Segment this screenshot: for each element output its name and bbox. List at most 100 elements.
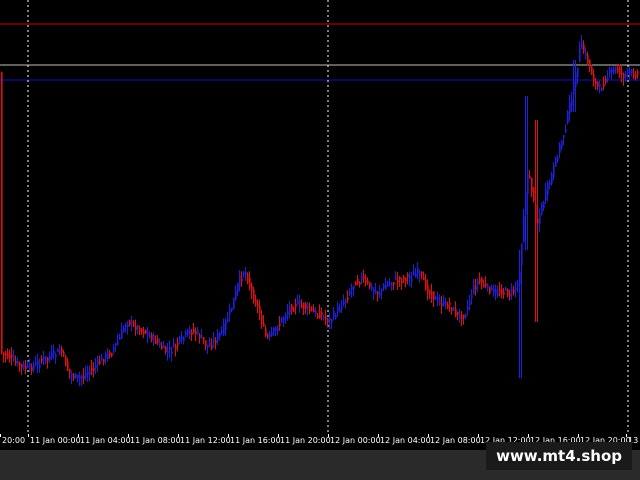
candle-body <box>633 74 635 78</box>
candle-body <box>307 305 309 309</box>
candle-body <box>529 175 531 179</box>
candle-body <box>149 334 151 338</box>
candle-body <box>447 304 449 309</box>
candle-body <box>511 289 513 293</box>
candle-body <box>265 328 267 336</box>
time-axis-tick <box>428 434 429 437</box>
candle-body <box>51 352 53 359</box>
candle-body <box>309 308 311 312</box>
candle-body <box>621 71 623 75</box>
candle-body <box>403 276 405 280</box>
candle-body <box>607 77 609 81</box>
candle-body <box>455 308 457 317</box>
candle-body <box>39 364 41 368</box>
candle-body <box>109 352 111 356</box>
candle-body <box>541 204 543 215</box>
candle-body <box>245 271 247 275</box>
candle-body <box>107 352 109 359</box>
candle-body <box>7 352 9 358</box>
candle-body <box>197 330 199 334</box>
candle-body <box>237 283 239 293</box>
candle-body <box>135 325 137 331</box>
candle-body <box>29 364 31 368</box>
candle-body <box>473 285 475 293</box>
time-axis-tick <box>278 434 279 437</box>
candle-body <box>453 307 455 311</box>
candle-body <box>259 306 261 315</box>
candle-body <box>381 289 383 293</box>
candle-body <box>491 287 493 291</box>
candle-body <box>521 243 523 266</box>
candle-body <box>47 357 49 361</box>
candle-body <box>441 303 443 307</box>
watermark-label: www.mt4.shop <box>486 442 632 470</box>
candle-body <box>163 344 165 348</box>
candle-body <box>65 356 67 367</box>
candle-body <box>567 111 569 124</box>
candle-body <box>199 334 201 338</box>
candle-body <box>157 338 159 343</box>
candle-body <box>375 290 377 294</box>
candle-body <box>71 373 73 377</box>
candle-body <box>527 174 529 195</box>
candle-body <box>457 311 459 315</box>
candle-body <box>145 330 147 334</box>
candle-body <box>565 128 567 132</box>
time-axis-tick <box>128 434 129 437</box>
candle-body <box>339 308 341 312</box>
candle-body <box>353 285 355 290</box>
candle-body <box>63 351 65 355</box>
candle-body <box>569 102 571 114</box>
candle-body <box>495 289 497 295</box>
candle-body <box>103 359 105 363</box>
chart-area[interactable] <box>0 0 640 434</box>
candle-body <box>543 201 545 209</box>
candle-body <box>539 214 541 225</box>
candle-body <box>305 303 307 309</box>
candle-body <box>411 278 413 282</box>
candle-body <box>177 342 179 346</box>
candle-body <box>535 204 537 223</box>
candle-body <box>561 140 563 148</box>
candle-body <box>555 156 557 167</box>
candle-body <box>611 69 613 73</box>
candle-body <box>573 81 575 95</box>
time-axis-tick <box>178 434 179 437</box>
candle-body <box>67 361 69 371</box>
time-axis-label: 11 Jan 08:00 <box>130 436 181 445</box>
candle-body <box>549 181 551 185</box>
candle-body <box>187 329 189 334</box>
candle-body <box>433 291 435 300</box>
candle-body <box>49 356 51 360</box>
candle-body <box>219 332 221 338</box>
candle-body <box>277 328 279 332</box>
time-axis-label: 12 Jan 08:00 <box>430 436 481 445</box>
candle-body <box>609 69 611 74</box>
candle-body <box>25 366 27 370</box>
candle-body <box>377 291 379 295</box>
candle-body <box>271 332 273 336</box>
candle-body <box>137 325 139 329</box>
candle-body <box>209 343 211 347</box>
candle-body <box>93 368 95 372</box>
candle-body <box>401 280 403 284</box>
candle-body <box>81 375 83 379</box>
candle-body <box>131 320 133 324</box>
candle-body <box>37 360 39 366</box>
candle-body <box>335 315 337 319</box>
candle-body <box>545 189 547 201</box>
price-chart[interactable] <box>0 0 640 434</box>
candle-body <box>111 353 113 357</box>
candle-body <box>499 289 501 293</box>
candle-body <box>287 311 289 316</box>
candle-body <box>289 306 291 313</box>
candle-body <box>393 282 395 286</box>
candle-body <box>399 276 401 280</box>
candle-body <box>119 336 121 340</box>
candle-body <box>181 335 183 340</box>
candle-body <box>505 287 507 291</box>
candle-body <box>55 354 57 358</box>
candle-body <box>227 318 229 322</box>
candle-body <box>297 300 299 304</box>
candle-body <box>331 319 333 323</box>
